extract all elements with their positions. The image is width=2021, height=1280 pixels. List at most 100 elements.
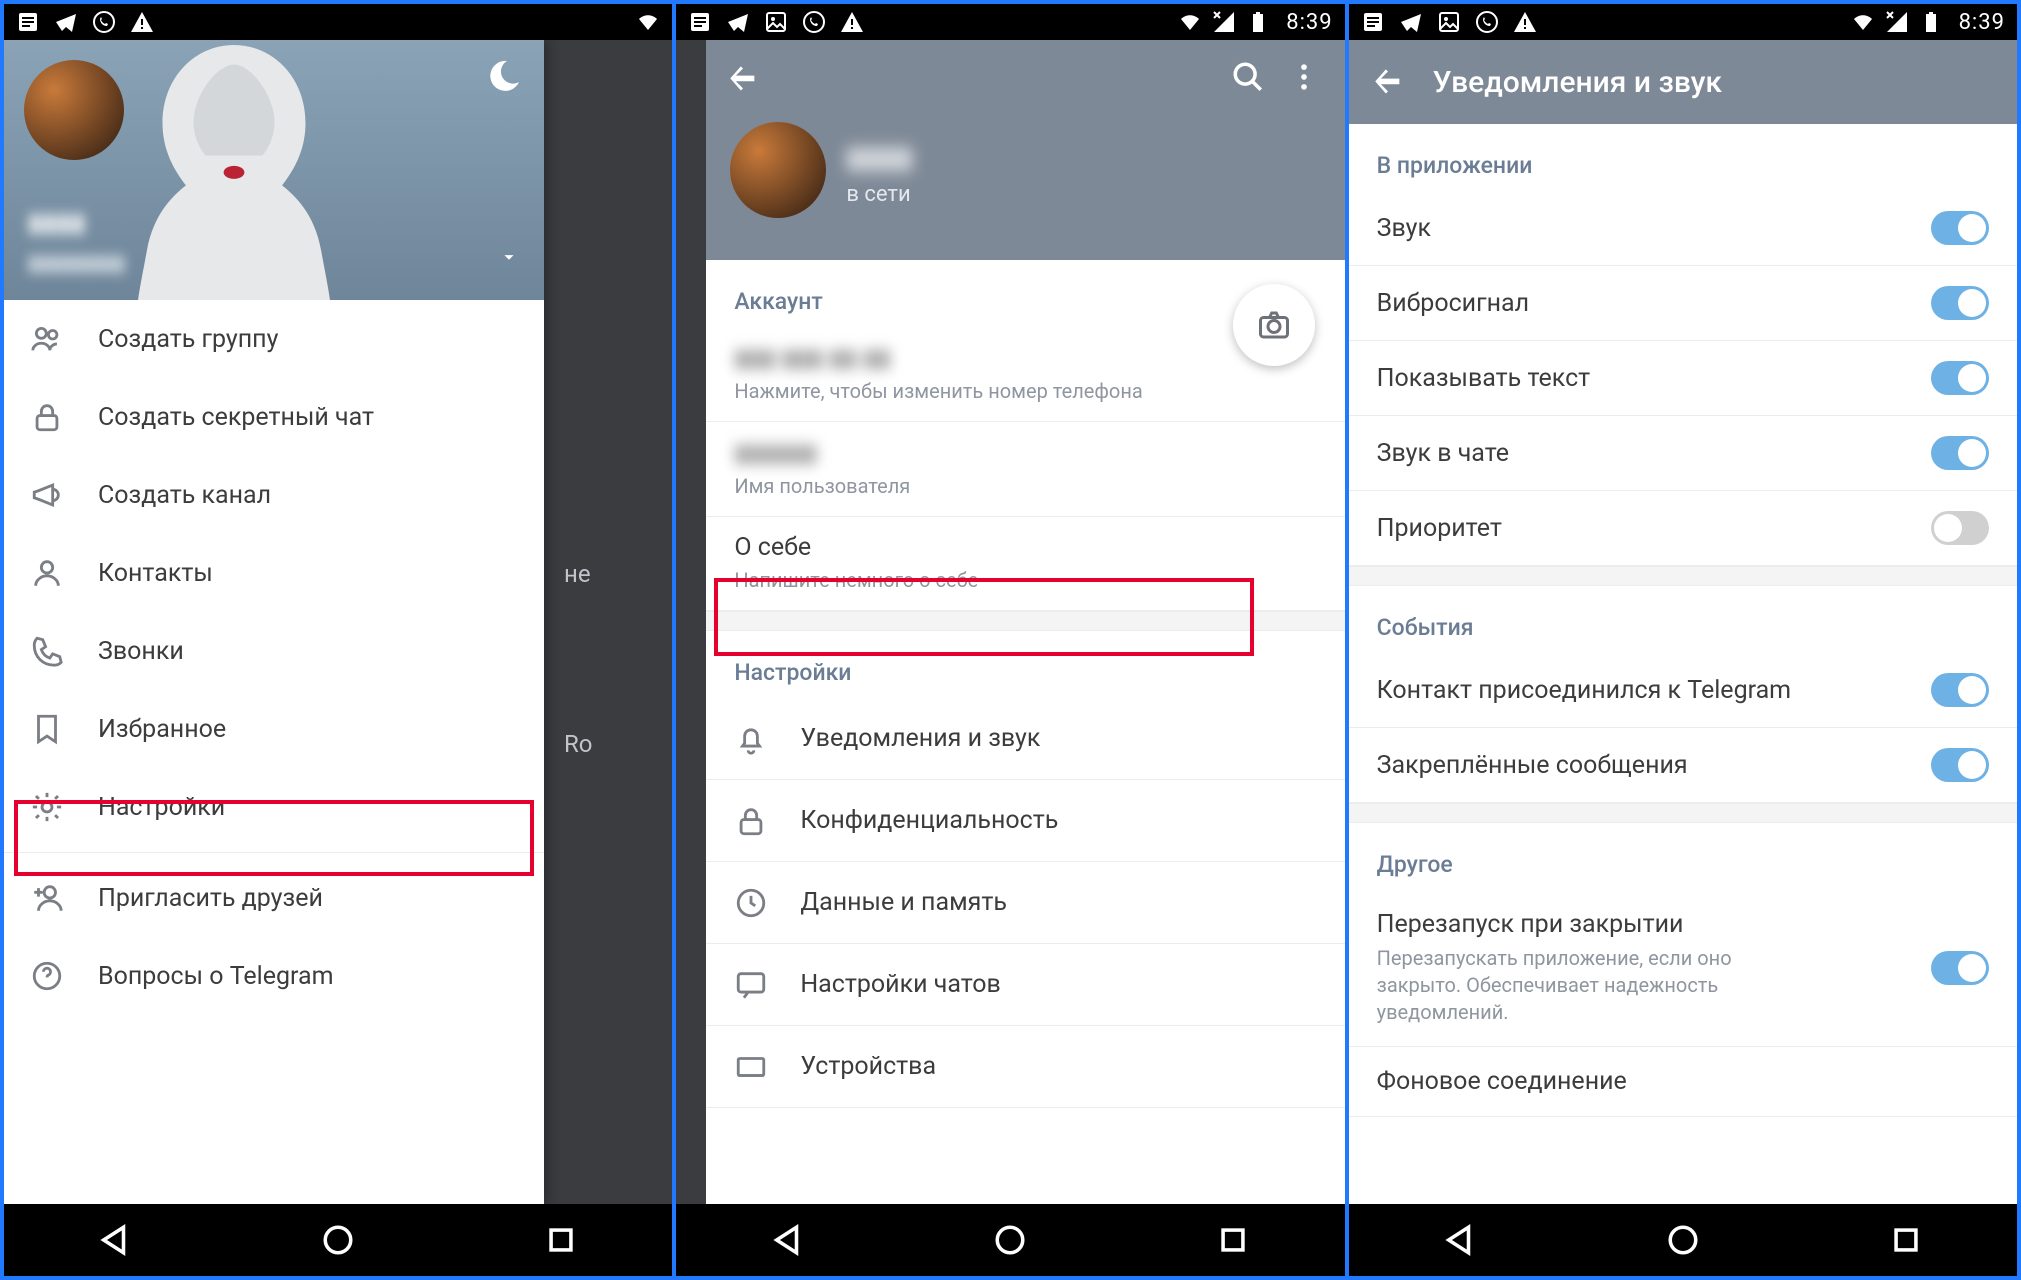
wifi-icon [636, 10, 660, 34]
drawer-item-bookmark[interactable]: Избранное [4, 690, 544, 768]
back-button[interactable] [726, 60, 760, 98]
battery-icon [1246, 10, 1270, 34]
nav-back-icon[interactable] [1443, 1223, 1477, 1257]
toggle-row[interactable]: Приоритет [1349, 491, 2017, 566]
toggle-switch[interactable] [1931, 511, 1989, 545]
drawer-item-label: Избранное [98, 715, 226, 744]
profile-name: ▮▮▮▮ [28, 208, 85, 238]
drawer-item-megaphone[interactable]: Создать канал [4, 456, 544, 534]
toggle-row[interactable]: Звук [1349, 191, 2017, 266]
settings-row-bell[interactable]: Уведомления и звук [706, 698, 1344, 780]
image-icon [1437, 10, 1461, 34]
nav-back-icon[interactable] [98, 1223, 132, 1257]
settings-row-label: Конфиденциальность [800, 806, 1058, 835]
nav-home-icon[interactable] [993, 1223, 1027, 1257]
drawer-item-label: Создать группу [98, 325, 278, 354]
row-bio[interactable]: О себе Напишите немного о себе [706, 517, 1344, 611]
drawer-item-person[interactable]: Контакты [4, 534, 544, 612]
nav-back-icon[interactable] [771, 1223, 805, 1257]
drawer-item-label: Создать секретный чат [98, 403, 374, 432]
toggle-row[interactable]: Фоновое соединение [1349, 1047, 2017, 1117]
status-bar: 8:39 [1349, 4, 2017, 40]
wifi-icon [1851, 10, 1875, 34]
section-title: События [1349, 586, 2017, 653]
drawer-item-label: Создать канал [98, 481, 271, 510]
drawer-item-adduser[interactable]: Пригласить друзей [4, 859, 544, 937]
whatsapp-icon [1475, 10, 1499, 34]
toggle-description: Перезапускать приложение, если оно закры… [1377, 945, 1797, 1026]
toggle-switch[interactable] [1931, 436, 1989, 470]
expand-accounts-icon[interactable] [498, 246, 520, 272]
drawer-item-group[interactable]: Создать группу [4, 300, 544, 378]
gear-icon [30, 790, 64, 824]
appbar: Уведомления и звук [1349, 40, 2017, 124]
toggle-switch[interactable] [1931, 286, 1989, 320]
drawer-item-label: Вопросы о Telegram [98, 962, 334, 991]
settings-row-lock[interactable]: Конфиденциальность [706, 780, 1344, 862]
toggle-label: Приоритет [1377, 514, 1931, 543]
search-button[interactable] [1231, 60, 1265, 98]
screen-notifications: 8:39 Уведомления и звук В приложенииЗвук… [1345, 0, 2021, 1280]
data-icon [734, 886, 768, 920]
drawer-header[interactable]: ▮▮▮▮ ▮▮▮▮▮▮▮▮ [4, 40, 544, 300]
whatsapp-icon [92, 10, 116, 34]
notif-icon [688, 10, 712, 34]
android-navbar [676, 1204, 1344, 1276]
nav-home-icon[interactable] [321, 1223, 355, 1257]
settings-row-devices[interactable]: Устройства [706, 1026, 1344, 1108]
bell-icon [734, 722, 768, 756]
row-username[interactable]: ▮▮▮▮▮▮ Имя пользователя [706, 422, 1344, 517]
toggle-row[interactable]: Перезапуск при закрытииПерезапускать при… [1349, 890, 2017, 1047]
toggle-row[interactable]: Закреплённые сообщения [1349, 728, 2017, 803]
drawer-item-label: Настройки [98, 793, 225, 822]
toggle-label: Звук в чате [1377, 439, 1931, 468]
drawer-item-help[interactable]: Вопросы о Telegram [4, 937, 544, 1015]
megaphone-icon [30, 478, 64, 512]
toggle-switch[interactable] [1931, 951, 1989, 985]
profile-handle: ▮▮▮▮▮▮▮▮ [28, 251, 125, 276]
clock: 8:39 [1959, 10, 2005, 35]
settings-row-label: Данные и память [800, 888, 1007, 917]
section-title: В приложении [1349, 124, 2017, 191]
screen-settings: 8:39 ▮▮▮▮ в сети Аккаунт ▮▮▮ ▮▮▮ ▮▮ ▮▮ Н… [672, 0, 1348, 1280]
person-icon [30, 556, 64, 590]
drawer-item-lock[interactable]: Создать секретный чат [4, 378, 544, 456]
lock-icon [30, 400, 64, 434]
avatar[interactable] [730, 122, 826, 218]
more-button[interactable] [1287, 60, 1321, 98]
android-navbar [1349, 1204, 2017, 1276]
profile-name: ▮▮▮▮ [846, 140, 912, 175]
nav-recent-icon[interactable] [544, 1223, 578, 1257]
warning-icon [1513, 10, 1537, 34]
toggle-switch[interactable] [1931, 748, 1989, 782]
toggle-label: Закреплённые сообщения [1377, 751, 1931, 780]
drawer-item-label: Звонки [98, 637, 184, 666]
drawer-item-gear[interactable]: Настройки [4, 768, 544, 846]
nav-recent-icon[interactable] [1216, 1223, 1250, 1257]
toggle-label: Вибросигнал [1377, 289, 1931, 318]
drawer-item-phone[interactable]: Звонки [4, 612, 544, 690]
adduser-icon [30, 881, 64, 915]
night-mode-icon[interactable] [486, 58, 522, 98]
section-title: Другое [1349, 823, 2017, 890]
status-bar [4, 4, 672, 40]
back-button[interactable] [1371, 63, 1405, 101]
settings-row-data[interactable]: Данные и память [706, 862, 1344, 944]
drawer-item-label: Пригласить друзей [98, 884, 323, 913]
toggle-row[interactable]: Контакт присоединился к Telegram [1349, 653, 2017, 728]
toggle-row[interactable]: Вибросигнал [1349, 266, 2017, 341]
toggle-switch[interactable] [1931, 211, 1989, 245]
toggle-row[interactable]: Звук в чате [1349, 416, 2017, 491]
toggle-switch[interactable] [1931, 361, 1989, 395]
nav-home-icon[interactable] [1666, 1223, 1700, 1257]
help-icon [30, 959, 64, 993]
toggle-label: Показывать текст [1377, 364, 1931, 393]
toggle-switch[interactable] [1931, 673, 1989, 707]
settings-row-chat[interactable]: Настройки чатов [706, 944, 1344, 1026]
wifi-icon [1178, 10, 1202, 34]
screen-drawer: не Ro ▮▮▮▮ ▮▮▮▮▮▮▮▮ Создать группуСоздат… [0, 0, 676, 1280]
toggle-row[interactable]: Показывать текст [1349, 341, 2017, 416]
telegram-icon [54, 10, 78, 34]
nav-recent-icon[interactable] [1889, 1223, 1923, 1257]
lock-icon [734, 804, 768, 838]
